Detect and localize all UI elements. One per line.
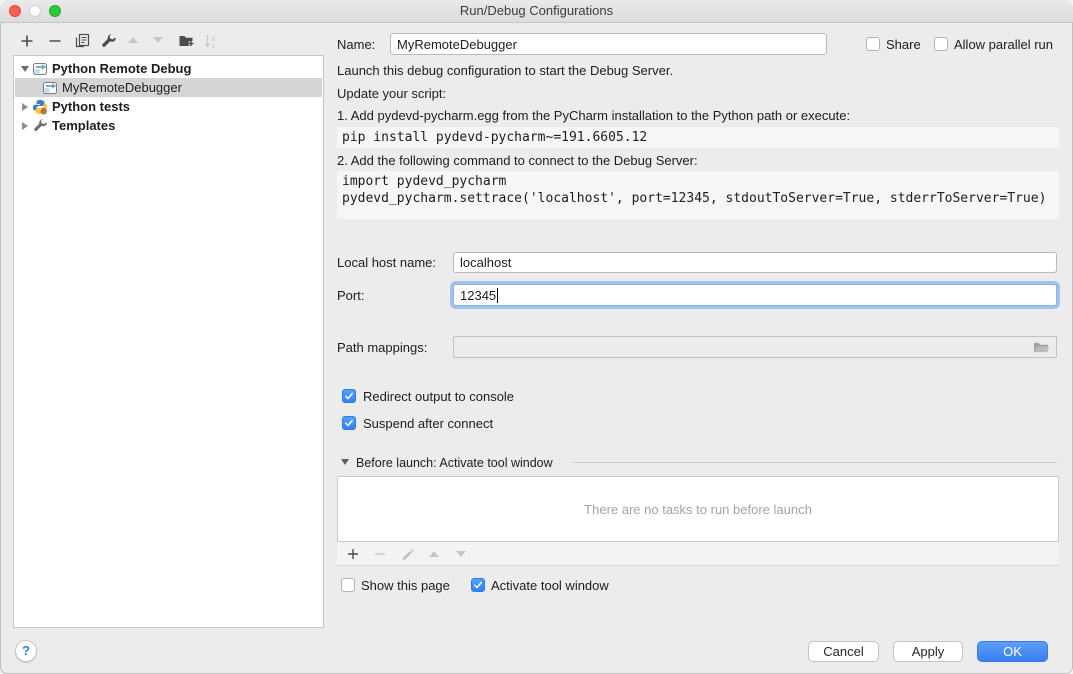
update-script-text: Update your script: — [337, 86, 446, 101]
before-launch-collapse-icon[interactable] — [341, 459, 349, 465]
name-input[interactable]: MyRemoteDebugger — [390, 33, 827, 55]
chevron-down-icon[interactable] — [18, 66, 32, 72]
cancel-button[interactable]: Cancel — [808, 641, 879, 662]
text-cursor — [497, 288, 498, 303]
minimize-window-button — [29, 5, 41, 17]
chevron-right-icon[interactable] — [18, 103, 32, 111]
path-mappings-input[interactable] — [453, 336, 1057, 358]
intro-text: Launch this debug configuration to start… — [337, 63, 673, 78]
show-this-page-label: Show this page — [361, 578, 450, 593]
remove-task-icon — [373, 547, 387, 561]
run-config-icon — [32, 61, 48, 77]
tree-item-label: Python tests — [52, 99, 130, 114]
share-checkbox[interactable] — [866, 37, 880, 51]
port-label: Port: — [337, 288, 364, 303]
run-config-icon — [42, 80, 58, 96]
apply-button[interactable]: Apply — [893, 641, 963, 662]
name-label: Name: — [337, 37, 375, 52]
move-task-up-icon — [427, 547, 441, 561]
copy-configuration-icon[interactable] — [74, 33, 90, 49]
zoom-window-button[interactable] — [49, 5, 61, 17]
suspend-after-connect-checkbox[interactable] — [342, 416, 356, 430]
allow-parallel-run-checkbox[interactable] — [934, 37, 948, 51]
browse-folder-icon[interactable] — [1033, 341, 1050, 354]
tree-item-templates[interactable]: Templates — [15, 116, 322, 135]
step2-text: 2. Add the following command to connect … — [337, 153, 698, 168]
pip-install-code: pip install pydevd-pycharm~=191.6605.12 — [337, 127, 1059, 148]
tasks-toolbar — [337, 542, 1059, 566]
allow-parallel-run-label: Allow parallel run — [954, 37, 1053, 52]
add-configuration-icon[interactable] — [19, 33, 35, 49]
step1-text: 1. Add pydevd-pycharm.egg from the PyCha… — [337, 108, 850, 123]
python-tests-icon — [32, 99, 48, 115]
activate-tool-window-label: Activate tool window — [491, 578, 609, 593]
add-task-icon[interactable] — [346, 547, 360, 561]
before-launch-tasks-list[interactable]: There are no tasks to run before launch — [337, 476, 1059, 542]
suspend-after-connect-label: Suspend after connect — [363, 416, 493, 431]
tree-item-python-tests[interactable]: Python tests — [15, 97, 322, 116]
tree-item-label: Python Remote Debug — [52, 61, 191, 76]
redirect-output-label: Redirect output to console — [363, 389, 514, 404]
redirect-output-checkbox[interactable] — [342, 389, 356, 403]
local-host-label: Local host name: — [337, 255, 436, 270]
tree-item-myremotedebugger[interactable]: MyRemoteDebugger — [15, 78, 322, 97]
configurations-tree: Python Remote Debug MyRemoteDebugger Pyt… — [13, 55, 324, 628]
share-label: Share — [886, 37, 921, 52]
move-task-down-icon — [454, 547, 468, 561]
move-up-icon — [128, 37, 144, 53]
show-this-page-checkbox[interactable] — [341, 578, 355, 592]
tree-item-python-remote-debug[interactable]: Python Remote Debug — [15, 59, 322, 78]
settrace-code: import pydevd_pycharm pydevd_pycharm.set… — [337, 171, 1059, 219]
port-input[interactable]: 12345 — [453, 284, 1057, 306]
templates-wrench-icon — [32, 118, 48, 134]
activate-tool-window-checkbox[interactable] — [471, 578, 485, 592]
local-host-input[interactable]: localhost — [453, 252, 1057, 273]
chevron-right-icon[interactable] — [18, 122, 32, 130]
window-title: Run/Debug Configurations — [0, 0, 1073, 22]
sort-configurations-icon: az — [203, 33, 219, 49]
edit-templates-icon[interactable] — [101, 33, 117, 49]
separator-line — [572, 462, 1057, 463]
before-launch-title: Before launch: Activate tool window — [356, 456, 553, 470]
move-down-icon — [153, 37, 169, 53]
ok-button[interactable]: OK — [977, 641, 1048, 662]
new-folder-icon[interactable] — [178, 33, 194, 49]
tree-item-label: MyRemoteDebugger — [62, 80, 182, 95]
svg-text:z: z — [212, 41, 216, 49]
remove-configuration-icon[interactable] — [47, 33, 63, 49]
close-window-button[interactable] — [9, 5, 21, 17]
empty-tasks-message: There are no tasks to run before launch — [584, 502, 812, 517]
help-button[interactable]: ? — [15, 640, 37, 662]
title-bar: Run/Debug Configurations — [0, 0, 1073, 23]
edit-task-pencil-icon — [400, 547, 414, 561]
tree-item-label: Templates — [52, 118, 115, 133]
path-mappings-label: Path mappings: — [337, 340, 427, 355]
run-debug-configurations-dialog: Run/Debug Configurations az Python Remot… — [0, 0, 1073, 674]
